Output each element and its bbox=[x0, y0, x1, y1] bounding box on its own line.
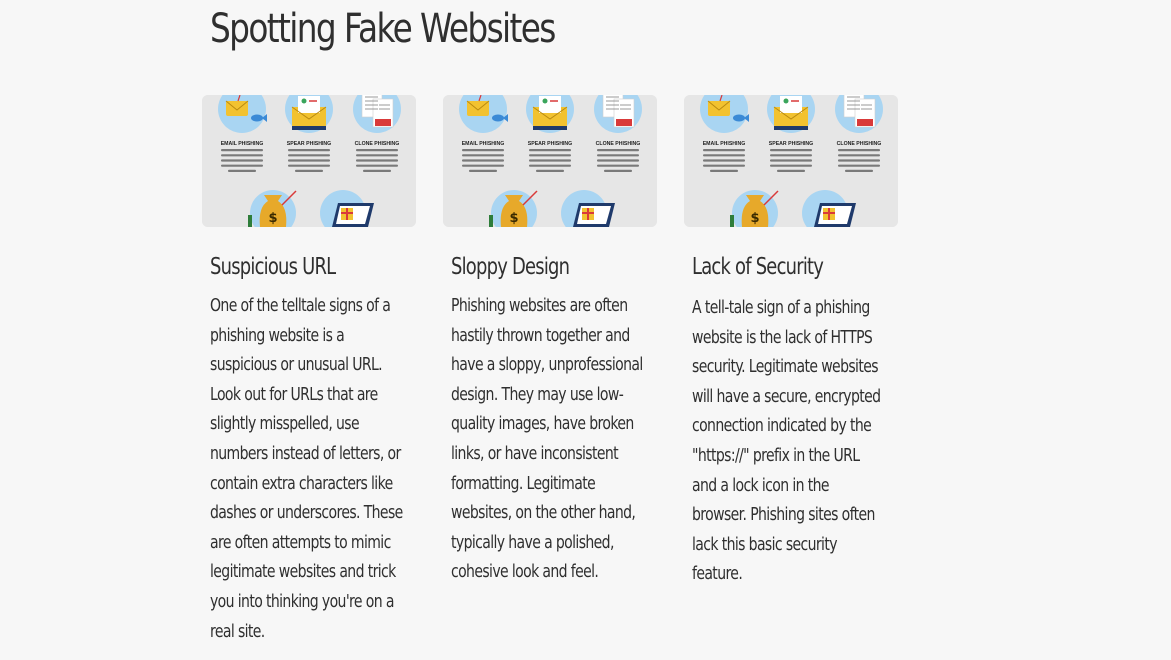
phishing-infographic-image: EMAIL PHISHING SPEAR PHISHING CLONE PHISHI… bbox=[684, 95, 898, 227]
svg-text:$: $ bbox=[268, 211, 277, 226]
card-title: Lack of Security bbox=[692, 254, 824, 280]
infographic-label: EMAIL PHISHING bbox=[703, 141, 746, 147]
phishing-infographic-image: EMAIL PHISHING SPEAR PHISHING CLONE PHISHI… bbox=[443, 95, 657, 227]
card-title: Suspicious URL bbox=[210, 254, 336, 280]
infographic-label: SPEAR PHISHING bbox=[528, 141, 572, 147]
phishing-infographic-image: EMAIL PHISHING SPEAR PHISHING CLONE PHISHI… bbox=[202, 95, 416, 227]
svg-text:$: $ bbox=[509, 211, 518, 226]
card-text: Phishing websites are often hastily thro… bbox=[451, 295, 643, 583]
infographic-label: EMAIL PHISHING bbox=[221, 141, 264, 147]
infographic-label: EMAIL PHISHING bbox=[462, 141, 505, 147]
card-text: A tell-tale sign of a phishing website i… bbox=[692, 297, 881, 585]
page-title: Spotting Fake Websites bbox=[210, 6, 556, 52]
svg-text:$: $ bbox=[750, 211, 759, 226]
infographic-label: CLONE PHISHING bbox=[355, 141, 400, 147]
card-text: One of the telltale signs of a phishing … bbox=[210, 295, 403, 642]
infographic-label: SPEAR PHISHING bbox=[287, 141, 331, 147]
card-title: Sloppy Design bbox=[451, 254, 570, 280]
card-suspicious-url: EMAIL PHISHING SPEAR PHISHING CLONE PHISHI… bbox=[202, 95, 416, 646]
infographic-label: CLONE PHISHING bbox=[596, 141, 641, 147]
card-sloppy-design: EMAIL PHISHING SPEAR PHISHING CLONE PHISHI… bbox=[443, 95, 657, 587]
card-lack-of-security: EMAIL PHISHING SPEAR PHISHING CLONE PHISHI… bbox=[684, 95, 898, 589]
infographic-label: SPEAR PHISHING bbox=[769, 141, 813, 147]
infographic-label: CLONE PHISHING bbox=[837, 141, 882, 147]
page: Spotting Fake Websites EMAIL PHISHING SPE… bbox=[0, 0, 1171, 660]
